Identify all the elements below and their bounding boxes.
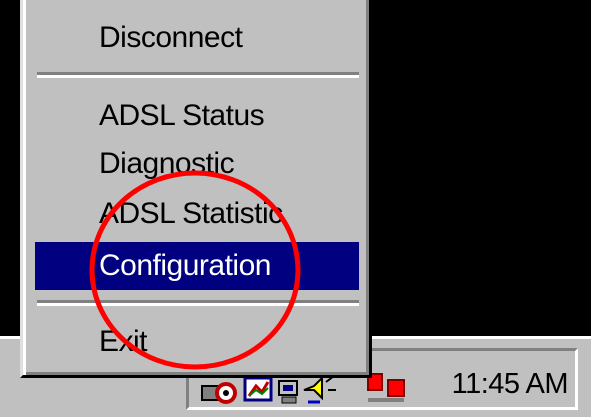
tray-clock[interactable]: 11:45 AM bbox=[418, 364, 569, 404]
menu-item-adsl-statistic[interactable]: ADSL Statistic bbox=[35, 190, 359, 238]
menu-item-adsl-status[interactable]: ADSL Status bbox=[35, 92, 359, 140]
menu-item-disconnect[interactable]: Disconnect bbox=[35, 14, 359, 62]
computer-icon[interactable] bbox=[276, 378, 302, 406]
menu-item-diagnostic[interactable]: Diagnostic bbox=[35, 140, 359, 188]
context-menu: Disconnect ADSL Status Diagnostic ADSL S… bbox=[20, 0, 372, 378]
menu-separator bbox=[37, 300, 359, 306]
menu-separator bbox=[37, 72, 359, 78]
menu-item-configuration[interactable]: Configuration bbox=[35, 242, 359, 290]
menu-item-exit[interactable]: Exit bbox=[35, 318, 359, 366]
